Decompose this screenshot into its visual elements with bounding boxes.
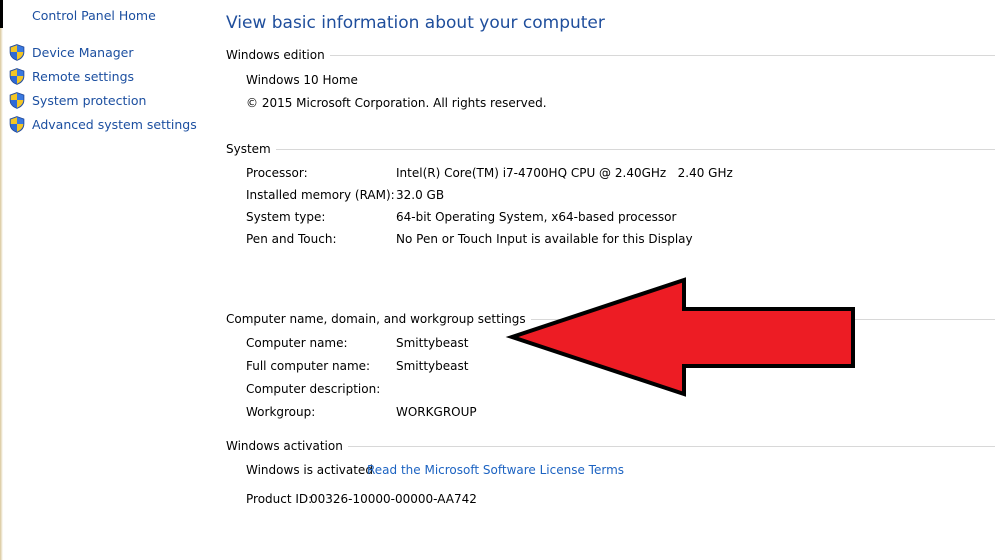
red-arrow-annotation: [505, 277, 855, 397]
